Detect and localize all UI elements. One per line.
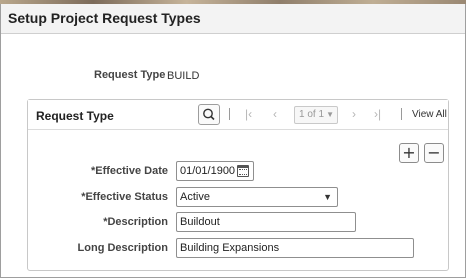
chevron-down-icon: ▼ [326, 110, 334, 119]
description-label: *Description [103, 216, 168, 228]
delete-row-button[interactable]: − [424, 143, 444, 163]
title-bar: Setup Project Request Types [1, 4, 465, 34]
nav-separator [229, 108, 230, 120]
view-all-link[interactable]: View All [412, 109, 447, 120]
request-type-summary-value: BUILD [167, 70, 200, 82]
effective-date-label: *Effective Date [90, 165, 168, 177]
search-icon [203, 108, 215, 121]
description-field[interactable]: Buildout [176, 212, 356, 232]
effective-date-value: 01/01/1900 [180, 165, 236, 177]
effective-status-label: *Effective Status [81, 191, 168, 203]
add-row-button[interactable]: + [399, 143, 419, 163]
long-description-value: Building Expansions [180, 242, 280, 254]
effective-date-field[interactable]: 01/01/1900 [176, 161, 254, 181]
group-title: Request Type [36, 109, 114, 123]
long-description-label: Long Description [77, 242, 168, 254]
long-description-field[interactable]: Building Expansions [176, 238, 414, 258]
effective-status-select[interactable]: Active ▼ [176, 187, 338, 207]
effective-status-value: Active [180, 191, 210, 203]
page-select[interactable]: 1 of 1 ▼ [294, 106, 338, 124]
chevron-down-icon: ▼ [323, 192, 332, 202]
page-frame: Setup Project Request Types Request Type… [0, 4, 466, 278]
next-icon[interactable]: › [352, 107, 356, 121]
last-page-icon[interactable]: ›| [374, 107, 381, 121]
page-title: Setup Project Request Types [8, 10, 201, 26]
search-button[interactable] [198, 104, 220, 125]
group-header: Request Type |‹ ‹ 1 of 1 ▼ › ›| View All [28, 100, 448, 130]
description-value: Buildout [180, 216, 220, 228]
request-type-summary-label: Request Type [94, 69, 166, 81]
calendar-icon[interactable] [237, 165, 249, 177]
request-type-group: Request Type |‹ ‹ 1 of 1 ▼ › ›| View All… [27, 99, 449, 271]
nav-separator [401, 108, 402, 120]
previous-icon[interactable]: ‹ [273, 107, 277, 121]
page-select-value: 1 of 1 [299, 109, 325, 120]
first-page-icon[interactable]: |‹ [245, 107, 252, 121]
